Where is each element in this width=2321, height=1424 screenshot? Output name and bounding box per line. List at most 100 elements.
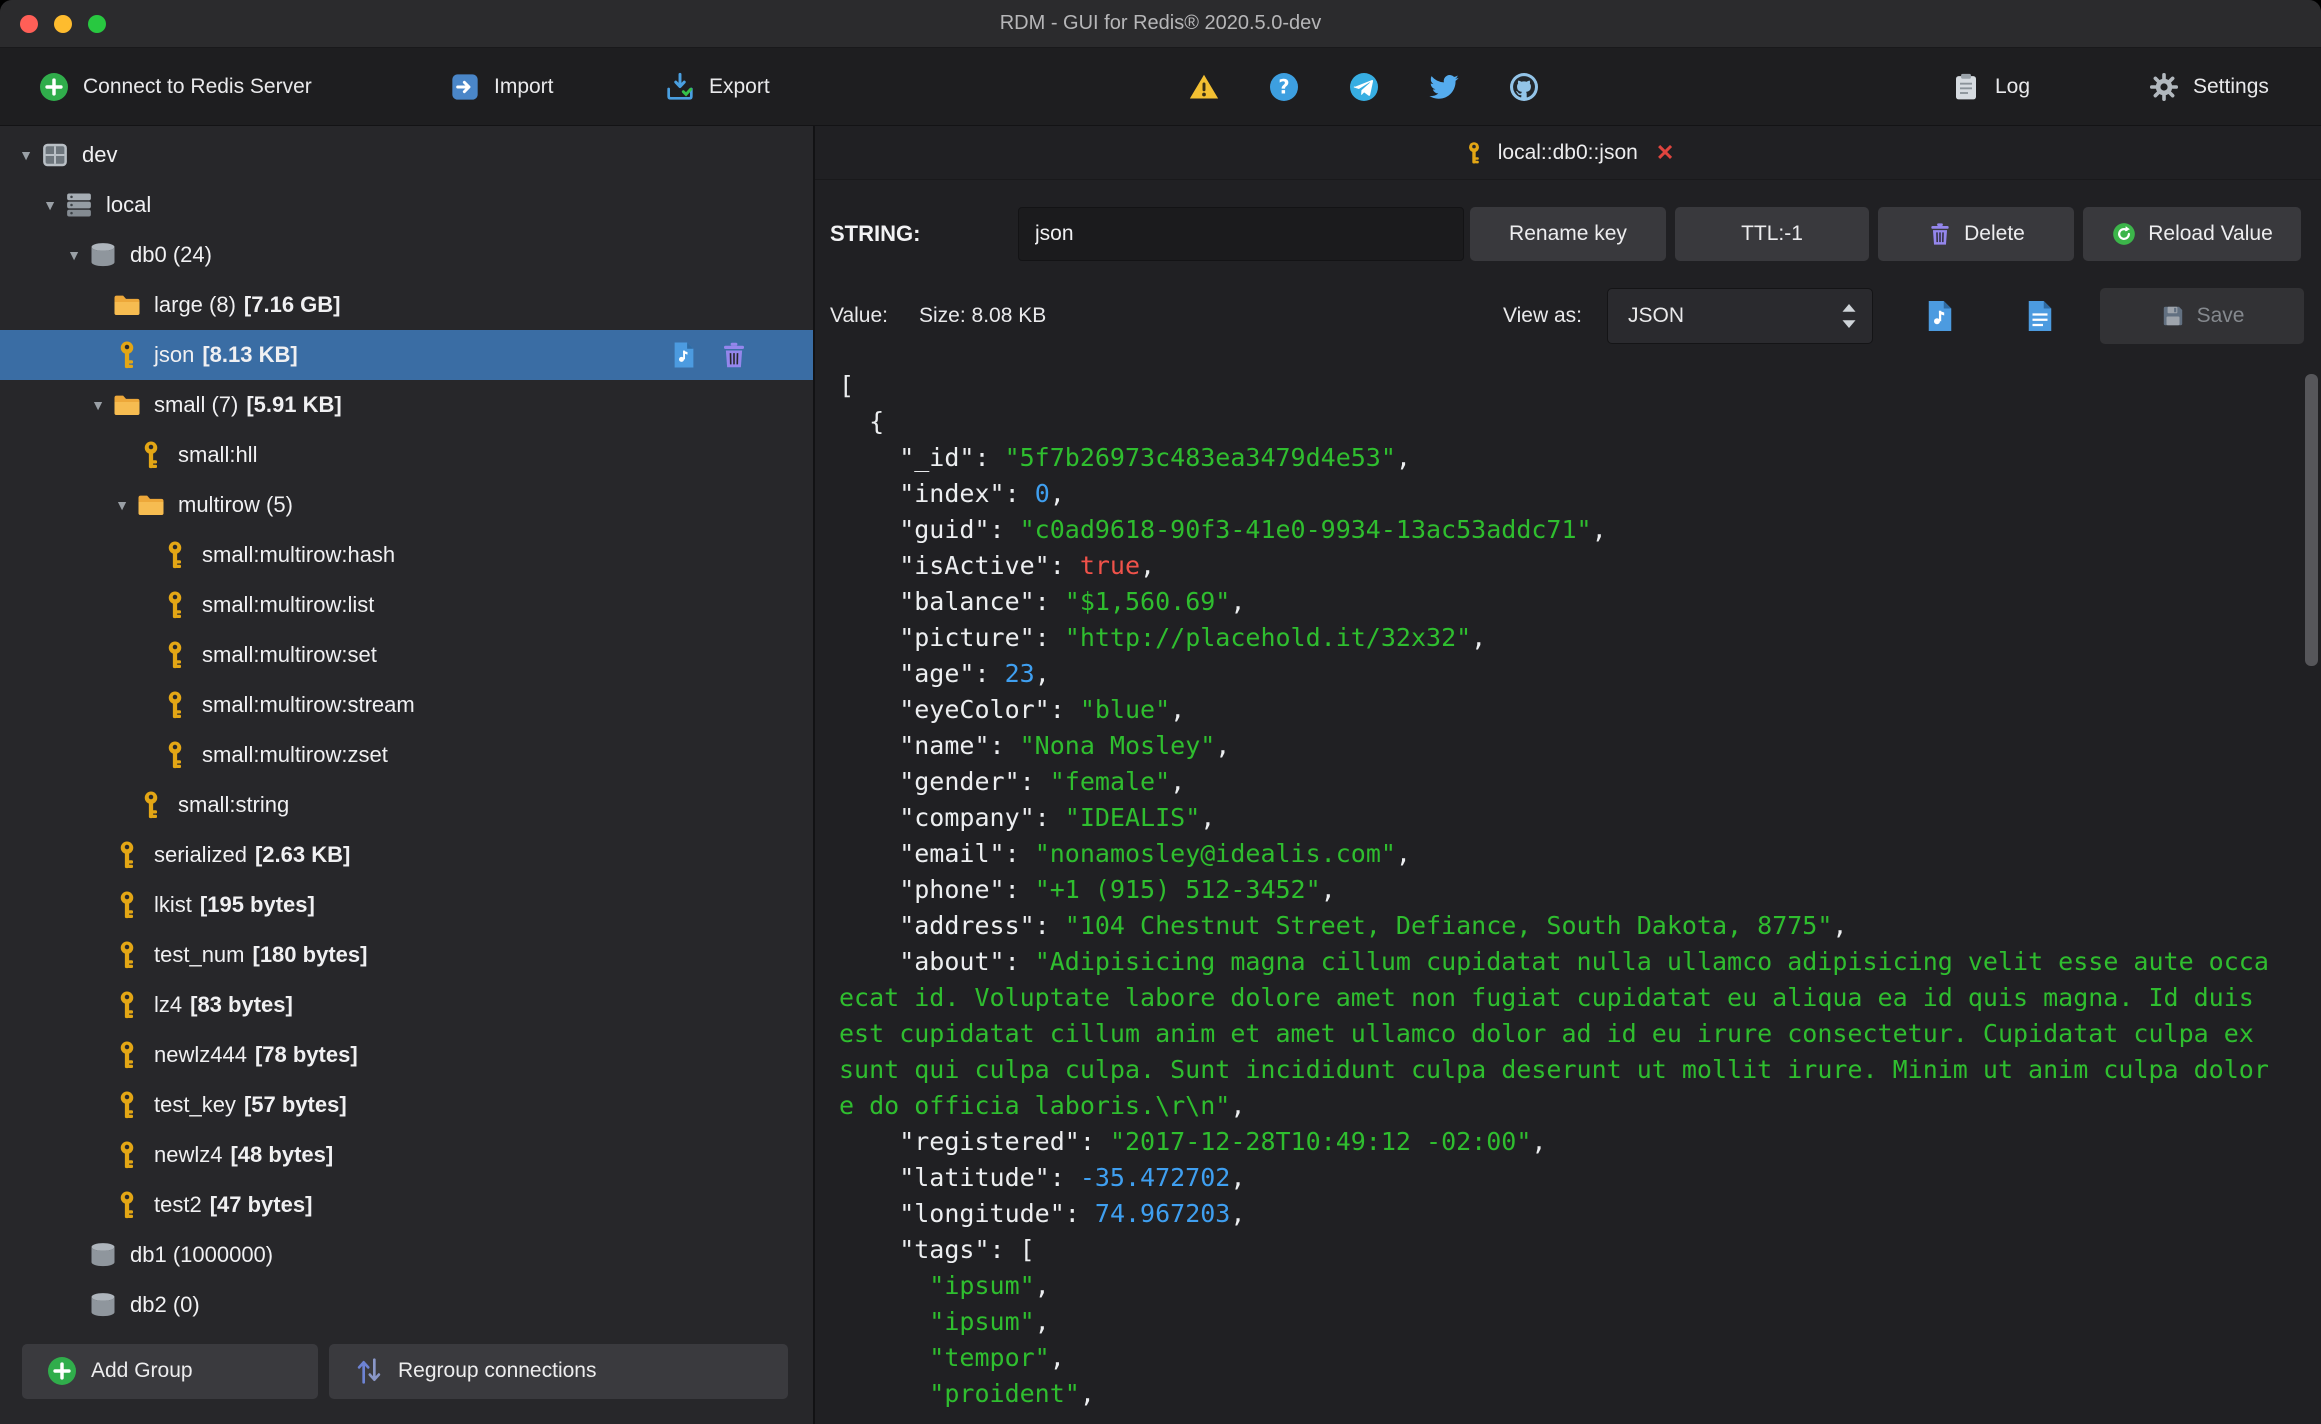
github-button[interactable]: [1508, 48, 1540, 126]
tree-item-size: [47 bytes]: [209, 1192, 313, 1217]
value-size-label: Size: 8.08 KB: [919, 304, 1047, 327]
warning-button[interactable]: [1188, 48, 1220, 126]
connect-label: Connect to Redis Server: [83, 75, 312, 98]
tree-item-dev[interactable]: ▼ dev: [0, 130, 813, 180]
scrollbar-thumb[interactable]: [2305, 374, 2318, 666]
open-in-editor-icon[interactable]: [1922, 298, 1958, 334]
view-as-value: JSON: [1628, 304, 1685, 327]
delete-label: Delete: [1964, 222, 2025, 245]
tree-item-label: json: [154, 342, 195, 367]
tree-item-label: db1 (1000000): [130, 1242, 274, 1267]
add-group-label: Add Group: [91, 1359, 193, 1382]
tree-item-label: small:string: [178, 792, 290, 817]
key-icon: [160, 640, 190, 670]
tree-item-size: [195 bytes]: [199, 892, 315, 917]
plus-circle-icon: [46, 1355, 78, 1387]
tree-item-small-multirow-stream[interactable]: small:multirow:stream: [0, 680, 813, 730]
tree-item-test-num[interactable]: test_num [180 bytes]: [0, 930, 813, 980]
tree-item-json[interactable]: json [8.13 KB]: [0, 330, 813, 380]
toolbar: Connect to Redis Server Import Export Lo…: [0, 48, 2321, 126]
content-area: ▼ dev ▼ local ▼ db0 (24) large (8) [7.16 GB] jso…: [0, 126, 2321, 1424]
code-line: "latitude": -35.472702,: [839, 1163, 1246, 1192]
value-json-viewer[interactable]: [ { "_id": "5f7b26973c483ea3479d4e53", "…: [815, 368, 2321, 1424]
code-line: "_id": "5f7b26973c483ea3479d4e53",: [839, 443, 1411, 472]
tree-item-db1-1000000[interactable]: db1 (1000000): [0, 1230, 813, 1280]
tree-item-local[interactable]: ▼ local: [0, 180, 813, 230]
tree-item-test-key[interactable]: test_key [57 bytes]: [0, 1080, 813, 1130]
zoom-window-button[interactable]: [88, 14, 106, 33]
tree-item-small-multirow-zset[interactable]: small:multirow:zset: [0, 730, 813, 780]
save-button[interactable]: Save: [2100, 288, 2304, 344]
add-group-button[interactable]: Add Group: [22, 1343, 318, 1399]
tree-item-size: [5.91 KB]: [246, 392, 342, 417]
plus-circle-icon: [38, 71, 70, 103]
tree-item-size: [180 bytes]: [252, 942, 368, 967]
tree-item-size: [48 bytes]: [230, 1142, 334, 1167]
edit-value-icon[interactable]: [669, 340, 699, 370]
code-line: "email": "nonamosley@idealis.com",: [839, 839, 1411, 868]
collapse-arrow-icon[interactable]: ▼: [84, 397, 112, 413]
app-window: RDM - GUI for Redis® 2020.5.0-dev Connec…: [0, 0, 2321, 1424]
settings-button[interactable]: Settings: [2148, 48, 2269, 126]
close-tab-icon[interactable]: ✕: [1656, 140, 1674, 166]
tree-item-label: multirow (5): [178, 492, 293, 517]
delete-key-button[interactable]: Delete: [1878, 207, 2074, 261]
key-icon: [160, 590, 190, 620]
rename-key-button[interactable]: Rename key: [1470, 207, 1666, 261]
tree-item-small-7[interactable]: ▼ small (7) [5.91 KB]: [0, 380, 813, 430]
server-icon: [40, 140, 70, 170]
key-name-input[interactable]: [1018, 207, 1464, 261]
tree-item-large-8[interactable]: large (8) [7.16 GB]: [0, 280, 813, 330]
regroup-connections-button[interactable]: Regroup connections: [329, 1343, 788, 1399]
twitter-button[interactable]: [1428, 48, 1460, 126]
tree-item-db2-0[interactable]: db2 (0): [0, 1280, 813, 1318]
close-window-button[interactable]: [20, 14, 38, 33]
code-line: "balance": "$1,560.69",: [839, 587, 1246, 616]
minimize-window-button[interactable]: [54, 14, 72, 33]
collapse-arrow-icon[interactable]: ▼: [108, 497, 136, 513]
tree-item-newlz444[interactable]: newlz444 [78 bytes]: [0, 1030, 813, 1080]
tree-item-size: [57 bytes]: [243, 1092, 347, 1117]
view-as-select[interactable]: JSON: [1607, 288, 1873, 344]
tree-item-label: test2: [154, 1192, 202, 1217]
tree-item-newlz4[interactable]: newlz4 [48 bytes]: [0, 1130, 813, 1180]
tree-item-small-string[interactable]: small:string: [0, 780, 813, 830]
telegram-icon: [1348, 71, 1380, 103]
help-button[interactable]: [1268, 48, 1300, 126]
export-icon: [664, 71, 696, 103]
tree-item-db0-24[interactable]: ▼ db0 (24): [0, 230, 813, 280]
telegram-button[interactable]: [1348, 48, 1380, 126]
code-line: "guid": "c0ad9618-90f3-41e0-9934-13ac53a…: [839, 515, 1607, 544]
tree-item-label: small (7): [154, 392, 239, 417]
delete-key-icon[interactable]: [719, 340, 749, 370]
collapse-arrow-icon[interactable]: ▼: [36, 197, 64, 213]
reload-value-button[interactable]: Reload Value: [2083, 207, 2301, 261]
collapse-arrow-icon[interactable]: ▼: [12, 147, 40, 163]
connect-to-redis-server-button[interactable]: Connect to Redis Server: [38, 48, 312, 126]
tree-item-small-multirow-hash[interactable]: small:multirow:hash: [0, 530, 813, 580]
tree-item-test2[interactable]: test2 [47 bytes]: [0, 1180, 813, 1230]
tree-item-label: serialized: [154, 842, 247, 867]
tree-item-label: db0 (24): [130, 242, 212, 267]
code-line: "name": "Nona Mosley",: [839, 731, 1231, 760]
connections-tree: ▼ dev ▼ local ▼ db0 (24) large (8) [7.16 GB] jso…: [0, 126, 813, 1318]
tree-item-small-hll[interactable]: small:hll: [0, 430, 813, 480]
view-as-text-icon[interactable]: [2022, 298, 2058, 334]
import-button[interactable]: Import: [449, 48, 554, 126]
log-button[interactable]: Log: [1950, 48, 2030, 126]
export-button[interactable]: Export: [664, 48, 770, 126]
tree-item-serialized[interactable]: serialized [2.63 KB]: [0, 830, 813, 880]
tree-item-lkist[interactable]: lkist [195 bytes]: [0, 880, 813, 930]
collapse-arrow-icon[interactable]: ▼: [60, 247, 88, 263]
code-line: "tempor",: [839, 1343, 1065, 1372]
tree-item-small-multirow-list[interactable]: small:multirow:list: [0, 580, 813, 630]
regroup-label: Regroup connections: [398, 1359, 597, 1382]
ttl-button[interactable]: TTL:-1: [1675, 207, 1869, 261]
tree-item-small-multirow-set[interactable]: small:multirow:set: [0, 630, 813, 680]
settings-label: Settings: [2193, 75, 2269, 98]
stack-icon: [64, 190, 94, 220]
titlebar[interactable]: RDM - GUI for Redis® 2020.5.0-dev: [0, 0, 2321, 48]
tree-item-multirow-5[interactable]: ▼ multirow (5): [0, 480, 813, 530]
tree-item-lz4[interactable]: lz4 [83 bytes]: [0, 980, 813, 1030]
tab-local-db0-json[interactable]: local::db0::json ✕: [1462, 140, 1674, 166]
